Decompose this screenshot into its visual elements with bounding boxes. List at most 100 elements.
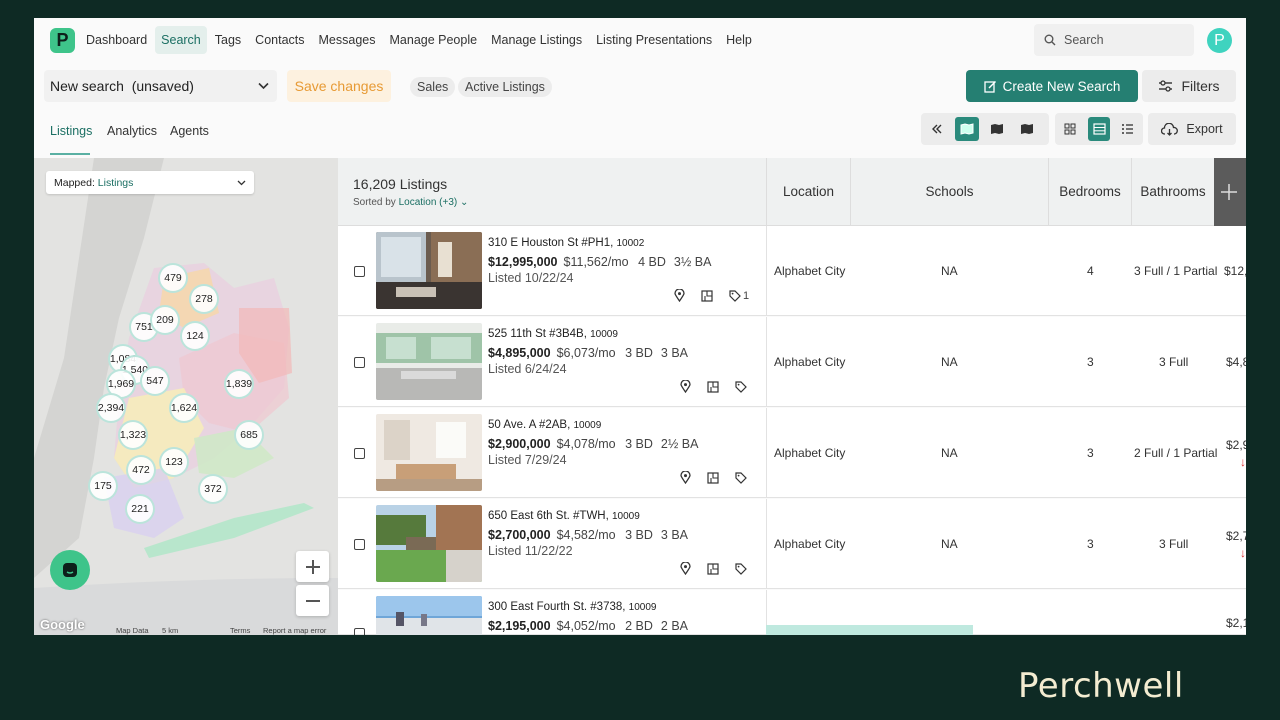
map-cluster[interactable]: 124 bbox=[180, 321, 210, 351]
cell-price: $2,7 bbox=[1226, 529, 1246, 543]
nav-contacts[interactable]: Contacts bbox=[249, 26, 310, 54]
tab-analytics[interactable]: Analytics bbox=[107, 124, 157, 138]
map-icon bbox=[1021, 124, 1033, 134]
table-row[interactable]: 50 Ave. A #2AB, 10009 $2,900,000 $4,078/m… bbox=[338, 408, 1246, 498]
listing-address[interactable]: 525 11th St #3B4B, 10009 bbox=[488, 328, 618, 340]
map-cluster[interactable]: 175 bbox=[88, 471, 118, 501]
chip-active-listings[interactable]: Active Listings bbox=[458, 77, 552, 97]
filters-button[interactable]: Filters bbox=[1142, 70, 1236, 102]
map-split-view-button[interactable] bbox=[955, 117, 979, 141]
nav-messages[interactable]: Messages bbox=[313, 26, 382, 54]
map-cluster[interactable]: 472 bbox=[126, 455, 156, 485]
floorplan-icon[interactable] bbox=[707, 471, 719, 484]
save-changes-button[interactable]: Save changes bbox=[287, 70, 391, 102]
row-checkbox[interactable] bbox=[354, 448, 365, 459]
nav-dashboard[interactable]: Dashboard bbox=[80, 26, 153, 54]
listing-address[interactable]: 300 East Fourth St. #3738, 10009 bbox=[488, 601, 656, 613]
sort-control[interactable]: Sorted by Location (+3) ⌄ bbox=[353, 197, 468, 208]
global-search-input[interactable]: Search bbox=[1034, 24, 1194, 56]
listing-address[interactable]: 650 East 6th St. #TWH, 10009 bbox=[488, 510, 640, 522]
listing-address[interactable]: 50 Ave. A #2AB, 10009 bbox=[488, 419, 601, 431]
floorplan-icon[interactable] bbox=[701, 289, 713, 302]
row-checkbox[interactable] bbox=[354, 628, 365, 635]
listing-address[interactable]: 310 E Houston St #PH1, 10002 bbox=[488, 237, 644, 249]
listing-photo[interactable] bbox=[376, 596, 482, 635]
chevron-down-icon: ⌄ bbox=[460, 197, 469, 208]
column-bathrooms[interactable]: Bathrooms bbox=[1131, 158, 1214, 226]
tab-listings[interactable]: Listings bbox=[50, 124, 92, 138]
tab-agents[interactable]: Agents bbox=[170, 124, 209, 138]
map-data-link[interactable]: Map Data bbox=[116, 626, 149, 635]
zoom-in-button[interactable] bbox=[296, 551, 329, 582]
row-checkbox[interactable] bbox=[354, 357, 365, 368]
mapped-layer-select[interactable]: Mapped: Listings bbox=[46, 171, 254, 194]
map-cluster[interactable]: 2,394 bbox=[96, 393, 126, 423]
table-view-button[interactable] bbox=[1087, 117, 1111, 141]
table-row[interactable]: 650 East 6th St. #TWH, 10009 $2,700,000 $… bbox=[338, 499, 1246, 589]
list-view-button[interactable] bbox=[1116, 117, 1139, 141]
nav-search[interactable]: Search bbox=[155, 26, 207, 54]
map-cluster[interactable]: 547 bbox=[140, 366, 170, 396]
chat-button[interactable] bbox=[50, 550, 90, 590]
tag-icon[interactable] bbox=[735, 562, 747, 575]
column-location[interactable]: Location bbox=[766, 158, 850, 226]
listings-map[interactable]: Mapped: Listings 479 278 751 209 124 1,0… bbox=[34, 158, 338, 635]
map-cluster[interactable]: 1,839 bbox=[224, 369, 254, 399]
map-cluster[interactable]: 685 bbox=[234, 420, 264, 450]
map-cluster[interactable]: 372 bbox=[198, 474, 228, 504]
address-text: 50 Ave. A #2AB bbox=[488, 419, 568, 431]
map-pin-icon[interactable] bbox=[680, 380, 691, 393]
add-column-button[interactable] bbox=[1214, 158, 1246, 226]
nav-help[interactable]: Help bbox=[720, 26, 758, 54]
nav-tags[interactable]: Tags bbox=[209, 26, 247, 54]
row-checkbox[interactable] bbox=[354, 539, 365, 550]
floorplan-icon[interactable] bbox=[707, 562, 719, 575]
grid-view-button[interactable] bbox=[1059, 117, 1082, 141]
map-pin-icon[interactable] bbox=[680, 562, 691, 575]
map-cluster[interactable]: 1,323 bbox=[118, 420, 148, 450]
perchwell-logo[interactable]: P bbox=[50, 28, 75, 53]
collapse-left-button[interactable] bbox=[925, 117, 949, 141]
saved-search-select[interactable]: New search (unsaved) bbox=[44, 70, 277, 102]
map-cluster[interactable]: 278 bbox=[189, 284, 219, 314]
table-row[interactable]: 310 E Houston St #PH1, 10002 $12,995,000… bbox=[338, 226, 1246, 316]
zoom-out-button[interactable] bbox=[296, 585, 329, 616]
nav-listing-presentations[interactable]: Listing Presentations bbox=[590, 26, 718, 54]
map-half-view-button[interactable] bbox=[985, 117, 1009, 141]
perchwell-wordmark: Perchwell bbox=[1018, 666, 1184, 706]
report-error-link[interactable]: Report a map error bbox=[263, 626, 326, 635]
user-avatar[interactable]: P bbox=[1207, 28, 1232, 53]
nav-manage-people[interactable]: Manage People bbox=[384, 26, 484, 54]
column-bedrooms[interactable]: Bedrooms bbox=[1048, 158, 1131, 226]
listing-beds: 4 BD bbox=[638, 255, 666, 269]
column-schools[interactable]: Schools bbox=[850, 158, 1048, 226]
listing-photo[interactable] bbox=[376, 505, 482, 582]
tag-icon[interactable] bbox=[735, 471, 747, 484]
cell-bedrooms: 4 bbox=[1087, 264, 1094, 278]
map-pin-icon[interactable] bbox=[674, 289, 685, 302]
floorplan-icon[interactable] bbox=[707, 380, 719, 393]
map-cluster[interactable]: 1,624 bbox=[169, 393, 199, 423]
listing-photo[interactable] bbox=[376, 414, 482, 491]
listing-photo[interactable] bbox=[376, 323, 482, 400]
map-cluster[interactable]: 221 bbox=[125, 494, 155, 524]
map-cluster[interactable]: 123 bbox=[159, 447, 189, 477]
listing-photo[interactable] bbox=[376, 232, 482, 309]
export-button[interactable]: Export bbox=[1148, 113, 1236, 145]
map-cluster[interactable]: 209 bbox=[150, 305, 180, 335]
map-full-view-button[interactable] bbox=[1015, 117, 1039, 141]
create-new-search-button[interactable]: Create New Search bbox=[966, 70, 1138, 102]
nav-manage-listings[interactable]: Manage Listings bbox=[485, 26, 588, 54]
listing-price: $2,700,000 bbox=[488, 528, 551, 542]
tag-control[interactable]: 1 bbox=[729, 290, 749, 302]
row-checkbox[interactable] bbox=[354, 266, 365, 277]
map-pin-icon[interactable] bbox=[680, 471, 691, 484]
listing-monthly: $11,562/mo bbox=[563, 255, 629, 269]
cell-location: Alphabet City bbox=[774, 355, 846, 369]
tag-icon[interactable] bbox=[735, 380, 747, 393]
map-cluster[interactable]: 479 bbox=[158, 263, 188, 293]
table-row[interactable]: 525 11th St #3B4B, 10009 $4,895,000 $6,07… bbox=[338, 317, 1246, 407]
chip-sales[interactable]: Sales bbox=[410, 77, 456, 97]
create-new-search-label: Create New Search bbox=[1002, 78, 1121, 94]
terms-link[interactable]: Terms bbox=[230, 626, 250, 635]
